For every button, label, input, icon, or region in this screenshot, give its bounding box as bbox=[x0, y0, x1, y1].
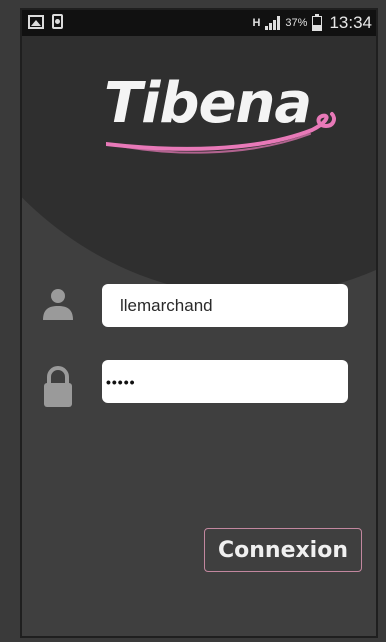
username-field[interactable]: llemarchand bbox=[102, 284, 348, 327]
battery-icon bbox=[312, 13, 323, 31]
lock-icon bbox=[44, 366, 72, 407]
status-bar: H 37% 13:34 bbox=[22, 10, 376, 36]
signal-icon bbox=[265, 16, 281, 30]
image-icon bbox=[28, 14, 44, 29]
battery-percent: 37% bbox=[285, 17, 308, 29]
network-type: H bbox=[252, 16, 261, 29]
download-icon bbox=[52, 14, 63, 29]
app-logo-text: Tibena bbox=[104, 71, 312, 136]
clock: 13:34 bbox=[329, 13, 372, 32]
user-icon bbox=[43, 289, 73, 320]
password-field[interactable]: ••••• bbox=[102, 360, 348, 403]
app-frame: H 37% 13:34 Tibena llemarchand ••••• Con… bbox=[20, 8, 378, 638]
login-button[interactable]: Connexion bbox=[204, 528, 362, 572]
status-right: H 37% 13:34 bbox=[252, 12, 372, 34]
status-left-icons bbox=[28, 14, 63, 29]
